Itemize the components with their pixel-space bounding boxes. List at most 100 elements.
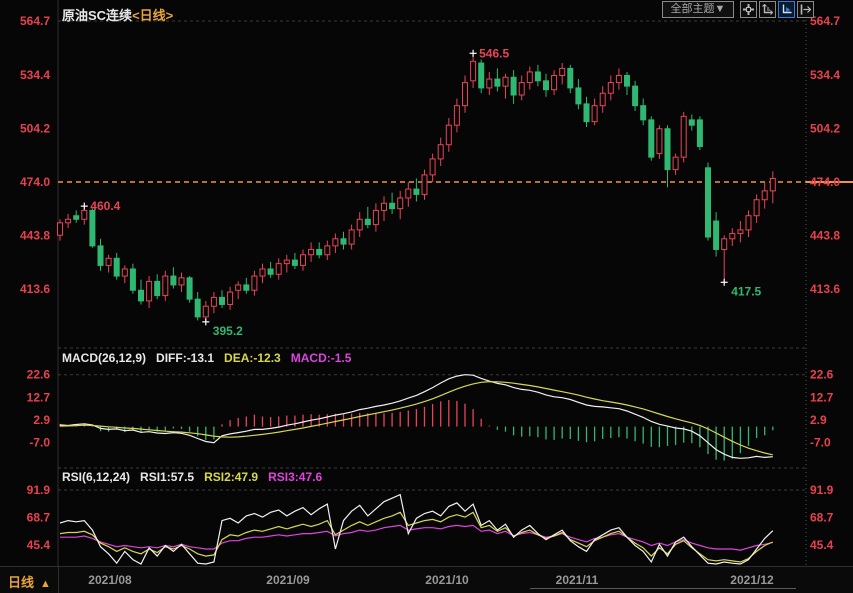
candle-body — [58, 223, 63, 235]
candle-body — [317, 249, 322, 254]
candle-body — [649, 120, 654, 157]
candle-body — [106, 258, 111, 265]
candle-body — [98, 246, 103, 266]
macd-axis-label-left: 22.6 — [27, 368, 51, 382]
candle-body — [179, 278, 184, 285]
candle-body — [341, 239, 346, 244]
macd-axis-label-right: 2.9 — [810, 413, 827, 427]
candle-body — [414, 189, 419, 194]
candle-body — [292, 260, 297, 265]
macd-axis-label-right: -7.0 — [810, 436, 831, 450]
candle-body — [349, 230, 354, 244]
candle-body — [163, 276, 168, 296]
candle-body — [276, 264, 281, 275]
axis-pointer-icon[interactable] — [778, 1, 795, 18]
candle-body — [568, 68, 573, 88]
candle-body — [438, 145, 443, 159]
candle-body — [463, 83, 468, 106]
macd-params: MACD(26,12,9) — [62, 351, 146, 365]
candle-body — [228, 292, 233, 304]
candle-body — [406, 189, 411, 198]
candle-body — [762, 191, 767, 200]
rsi-params: RSI(6,12,24) — [62, 470, 130, 484]
candle-body — [211, 297, 216, 306]
candle-body — [236, 285, 241, 290]
candle-body — [738, 230, 743, 234]
axis-divider — [58, 567, 59, 593]
macd-macd-value: MACD:-1.5 — [291, 351, 352, 365]
candle-body — [139, 290, 144, 301]
candle-body — [471, 61, 476, 81]
candle-body — [357, 219, 362, 230]
price-axis-label-right: 504.2 — [810, 121, 840, 135]
candle-body — [187, 278, 192, 299]
candle-body — [446, 125, 451, 145]
panel-collapse-icon[interactable] — [797, 1, 814, 18]
price-axis-label-left: 443.8 — [20, 229, 50, 243]
crosshair-pan-icon[interactable] — [740, 1, 757, 18]
candle-body — [681, 116, 686, 157]
price-axis-label-left: 413.6 — [20, 282, 50, 296]
candle-body — [284, 260, 289, 264]
scrollbar[interactable] — [530, 588, 796, 589]
date-label: 2021/10 — [425, 573, 468, 587]
macd-axis-label-left: 2.9 — [33, 413, 50, 427]
macd-indicator-readout: MACD(26,12,9)DIFF:-13.1DEA:-12.3MACD:-1.… — [62, 351, 361, 365]
candle-body — [382, 203, 387, 210]
candle-body — [82, 210, 87, 219]
candle-body — [625, 75, 630, 86]
candle-body — [430, 159, 435, 175]
macd-axis-label-left: 12.7 — [27, 390, 51, 404]
candle-body — [147, 281, 152, 301]
candle-body — [325, 246, 330, 255]
axis-zoom-glyph — [762, 4, 773, 15]
candle-body — [527, 72, 532, 83]
chevron-up-icon: ▲ — [40, 578, 51, 590]
date-label: 2021/09 — [266, 573, 309, 587]
candle-body — [114, 258, 119, 276]
chart-title: 原油SC连续<日线> — [62, 5, 173, 24]
date-label: 2021/12 — [730, 573, 773, 587]
chart-application: 564.7564.7534.4534.4504.2504.2474.0474.0… — [0, 0, 853, 592]
symbol-name: 原油SC连续 — [62, 8, 132, 23]
candle-body — [487, 79, 492, 88]
rsi-axis-label-right: 91.9 — [810, 483, 834, 497]
period-tag: <日线> — [132, 8, 173, 23]
price-axis-label-left: 474.0 — [20, 175, 50, 189]
candle-body — [730, 233, 735, 238]
axis-pointer-glyph — [781, 4, 792, 15]
candle-body — [665, 129, 670, 170]
candle-body — [722, 239, 727, 250]
tab-period-daily[interactable]: 日线▲ — [8, 572, 51, 591]
candle-body — [422, 175, 427, 195]
candle-body — [301, 255, 306, 266]
price-chart-canvas[interactable]: 564.7564.7534.4534.4504.2504.2474.0474.0… — [0, 0, 853, 592]
rsi-axis-label-left: 68.7 — [27, 510, 51, 524]
candle-body — [519, 83, 524, 95]
candle-body — [220, 297, 225, 304]
candle-body — [309, 249, 314, 254]
candle-body — [171, 276, 176, 285]
candle-body — [130, 269, 135, 290]
macd-axis-label-right: 12.7 — [810, 390, 834, 404]
candle-body — [544, 81, 549, 90]
candle-body — [373, 210, 378, 224]
candle-body — [673, 157, 678, 169]
candle-body — [511, 77, 516, 95]
price-axis-label-left: 564.7 — [20, 14, 50, 28]
candle-body — [552, 75, 557, 89]
price-axis-label-left: 504.2 — [20, 121, 50, 135]
candle-body — [770, 178, 775, 190]
axis-zoom-icon[interactable] — [759, 1, 776, 18]
macd-axis-label-right: 22.6 — [810, 368, 834, 382]
price-axis-label-right: 443.8 — [810, 229, 840, 243]
candle-body — [244, 285, 249, 290]
candle-body — [268, 269, 273, 274]
candle-body — [600, 93, 605, 105]
candle-body — [260, 269, 265, 276]
rsi2-value: RSI2:47.9 — [204, 470, 258, 484]
candle-body — [252, 276, 257, 290]
theme-selector-dropdown[interactable]: 全部主题▼ — [662, 1, 734, 18]
price-axis-label-right: 564.7 — [810, 14, 840, 28]
candle-body — [390, 203, 395, 208]
